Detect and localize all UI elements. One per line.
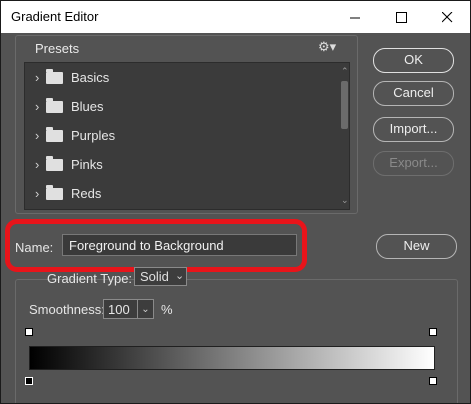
preset-label: Reds — [71, 186, 102, 201]
maximize-icon — [395, 11, 407, 23]
minimize-button[interactable] — [332, 1, 378, 33]
minimize-icon — [349, 17, 360, 18]
smoothness-dropdown[interactable]: ⌄ — [138, 299, 154, 319]
preset-item-purples[interactable]: › Purples — [25, 121, 335, 150]
color-stop-right[interactable] — [429, 377, 437, 385]
preset-item-pinks[interactable]: › Pinks — [25, 150, 335, 179]
folder-icon — [46, 185, 63, 200]
title-bar: Gradient Editor — [1, 1, 470, 33]
folder-icon — [46, 127, 63, 142]
presets-list[interactable]: › Basics › Blues › Purples › Pinks › Red… — [24, 62, 350, 210]
opacity-stop-left[interactable] — [25, 328, 33, 336]
opacity-stop-right[interactable] — [429, 328, 437, 336]
chevron-right-icon[interactable]: › — [35, 186, 39, 201]
export-button: Export... — [373, 151, 454, 176]
ok-button[interactable]: OK — [373, 48, 454, 73]
presets-panel: Presets ⚙▾ › Basics › Blues › Purples › … — [15, 35, 358, 214]
close-icon — [441, 11, 452, 22]
new-button[interactable]: New — [376, 234, 457, 259]
preset-item-reds[interactable]: › Reds — [25, 179, 335, 208]
chevron-right-icon[interactable]: › — [35, 128, 39, 143]
chevron-down-icon: ⌄ — [141, 304, 150, 315]
chevron-right-icon[interactable]: › — [35, 70, 39, 85]
color-stop-left[interactable] — [25, 377, 33, 385]
presets-scrollbar[interactable]: ⌃ ⌄ — [340, 63, 349, 209]
import-button[interactable]: Import... — [373, 117, 454, 142]
preset-label: Basics — [71, 70, 110, 85]
preset-label: Purples — [71, 128, 116, 143]
gradient-preview-bar[interactable] — [29, 346, 435, 370]
smoothness-unit: % — [161, 302, 173, 317]
preset-item-basics[interactable]: › Basics — [25, 63, 335, 92]
folder-icon — [46, 156, 63, 171]
gradient-settings-panel — [15, 279, 458, 403]
chevron-right-icon[interactable]: › — [35, 99, 39, 114]
maximize-button[interactable] — [378, 1, 424, 33]
close-button[interactable] — [424, 1, 470, 33]
scroll-down-icon[interactable]: ⌄ — [341, 195, 349, 206]
cancel-button[interactable]: Cancel — [373, 81, 454, 106]
folder-icon — [46, 69, 63, 84]
chevron-down-icon[interactable]: ⌄ — [175, 267, 184, 286]
scroll-up-icon[interactable]: ⌃ — [341, 66, 349, 77]
chevron-right-icon[interactable]: › — [35, 157, 39, 172]
highlight-annotation — [5, 219, 307, 272]
folder-icon — [46, 98, 63, 113]
gradient-type-label: Gradient Type: — [47, 271, 133, 286]
preset-label: Pinks — [71, 157, 103, 172]
smoothness-label: Smoothness: — [29, 302, 105, 317]
presets-label: Presets — [35, 41, 80, 56]
scrollbar-thumb[interactable] — [341, 81, 348, 129]
gradient-editor-dialog: Gradient Editor Presets ⚙▾ › Basics › Bl… — [0, 0, 471, 404]
preset-label: Blues — [71, 99, 104, 114]
preset-item-blues[interactable]: › Blues — [25, 92, 335, 121]
window-title: Gradient Editor — [11, 9, 99, 24]
gear-icon[interactable]: ⚙▾ — [318, 39, 336, 55]
smoothness-input[interactable]: 100 — [103, 299, 138, 319]
